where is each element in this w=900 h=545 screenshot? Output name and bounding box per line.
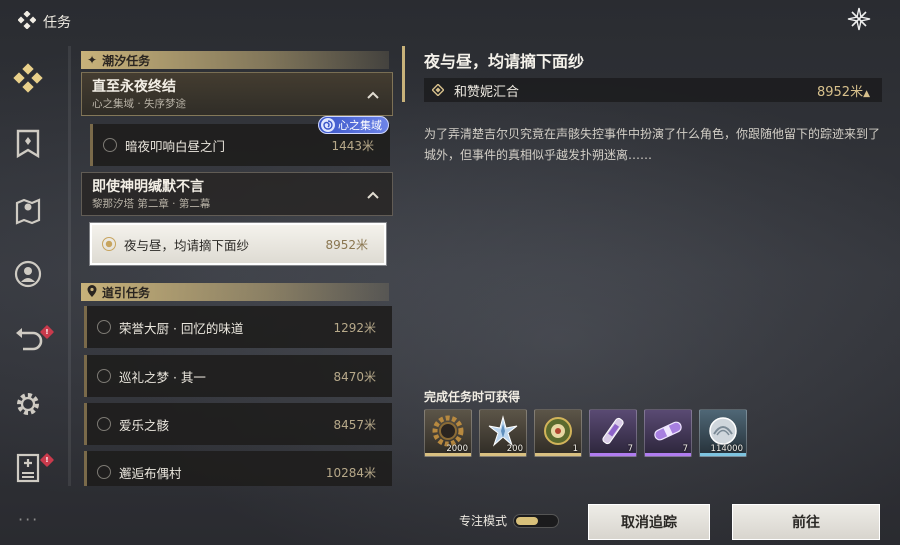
section-tide-quests: ✦ 潮汐任务 [81, 51, 389, 69]
return-icon [13, 325, 43, 359]
alert-badge: ! [39, 452, 55, 468]
reward-label: 完成任务时可获得 [424, 390, 521, 404]
reward-item[interactable]: 7 [589, 409, 637, 457]
quest-distance: 8457米 [333, 417, 376, 432]
reward-item[interactable]: 114000 [699, 409, 747, 457]
quest-icon [13, 63, 43, 97]
section-guide-quests: 道引任务 [81, 283, 389, 301]
quest-name: 夜与昼，均请摘下面纱 [124, 237, 250, 253]
nav-map[interactable] [12, 196, 44, 228]
quest-status-icon [97, 465, 111, 479]
quest-item[interactable]: 巡礼之梦 · 其一 8470米 [84, 355, 392, 397]
reward-item[interactable]: 7 [644, 409, 692, 457]
nav-return[interactable]: ! [12, 324, 55, 359]
quest-distance: 1443米 [331, 138, 374, 153]
map-icon [14, 195, 42, 229]
nav-settings[interactable] [12, 390, 44, 422]
quest-name: 巡礼之梦 · 其一 [119, 369, 206, 385]
nav-quest[interactable] [12, 63, 44, 97]
cancel-tracking-button[interactable]: 取消追踪 [588, 504, 710, 540]
alert-badge: ! [39, 324, 55, 340]
focus-mode-toggle[interactable]: 专注模式 [459, 512, 560, 529]
location-pin-icon [87, 284, 97, 300]
quest-status-icon [103, 138, 117, 152]
objective-distance: 8952米▲ [816, 84, 870, 100]
capsule-icon [651, 414, 685, 452]
reward-item[interactable]: 200 [479, 409, 527, 457]
quest-detail-title: 夜与昼，均请摘下面纱 [424, 52, 585, 71]
go-button[interactable]: 前往 [732, 504, 880, 540]
top-bar: 任务 [0, 0, 900, 44]
quest-distance: 8952米 [325, 237, 368, 252]
quest-item-selected[interactable]: 夜与昼，均请摘下面纱 8952米 [89, 222, 387, 266]
quest-group-2[interactable]: 即使神明缄默不言 黎那汐塔 第二章 · 第二幕 [81, 172, 393, 216]
reward-list: 2000 200 1 7 7 114000 [424, 409, 747, 457]
quest-distance: 1292米 [333, 320, 376, 335]
gear-icon [13, 389, 43, 423]
close-button[interactable] [846, 7, 872, 35]
group-title: 即使神明缄默不言 [92, 179, 204, 195]
quest-status-icon [97, 369, 111, 383]
quest-objective: 和赞妮汇合 8952米▲ [424, 78, 882, 102]
region-tag-badge: 心之集域 [318, 116, 389, 134]
chevron-up-icon[interactable] [366, 187, 380, 201]
page-title: 任务 [43, 15, 71, 31]
group-title: 直至永夜终结 [92, 79, 176, 95]
quest-item[interactable]: 爱乐之骸 8457米 [84, 403, 392, 445]
bookmark-icon [14, 129, 42, 163]
focus-mode-label: 专注模式 [459, 514, 508, 528]
objective-text: 和赞妮汇合 [454, 84, 520, 100]
quest-name: 暗夜叩响白昼之门 [125, 138, 226, 154]
group-subtitle: 心之集域 · 失序梦途 [92, 98, 187, 110]
objective-diamond-icon [431, 81, 445, 100]
quest-name: 邂逅布偶村 [119, 465, 182, 481]
toggle-switch[interactable] [513, 513, 560, 528]
reward-item[interactable]: 1 [534, 409, 582, 457]
nav-bookmark[interactable] [12, 129, 44, 163]
quest-distance: 8470米 [333, 369, 376, 384]
archive-icon [14, 453, 42, 487]
up-arrow-icon: ▲ [863, 88, 870, 99]
energy-tube-icon [596, 414, 630, 452]
swirl-icon [321, 118, 335, 132]
group-subtitle: 黎那汐塔 第二章 · 第二幕 [92, 198, 211, 210]
quest-distance: 10284米 [325, 465, 376, 480]
page-header: 任务 [17, 10, 71, 33]
reward-item[interactable]: 2000 [424, 409, 472, 457]
nav-companion[interactable] [12, 260, 44, 292]
chevron-up-icon[interactable] [366, 87, 380, 101]
selection-divider [402, 46, 405, 102]
quest-description: 为了弄清楚吉尔贝究竟在声骸失控事件中扮演了什么角色，你跟随他留下的踪迹来到了城外… [424, 127, 881, 162]
nav-more-indicator[interactable]: ··· [18, 510, 39, 529]
nav-archive[interactable]: ! [12, 452, 55, 487]
quest-tracked-icon [102, 237, 116, 251]
quest-item[interactable]: 邂逅布偶村 10284米 [84, 451, 392, 486]
quest-group-1[interactable]: 直至永夜终结 心之集域 · 失序梦途 [81, 72, 393, 116]
quest-diamond-icon [17, 10, 37, 33]
seal-orb-icon [541, 414, 575, 452]
quest-status-icon [97, 417, 111, 431]
quest-list[interactable]: ✦ 潮汐任务 直至永夜终结 心之集域 · 失序梦途 暗夜叩响白昼之门 1443米… [68, 46, 398, 486]
quest-name: 荣誉大厨 · 回忆的味道 [119, 320, 244, 336]
quest-name: 爱乐之骸 [119, 417, 170, 433]
quest-status-icon [97, 320, 111, 334]
close-icon [847, 7, 871, 35]
quest-item[interactable]: 荣誉大厨 · 回忆的味道 1292米 [84, 306, 392, 348]
companion-icon [13, 259, 43, 293]
list-scrollbar[interactable] [68, 46, 71, 486]
side-nav: ! ! ··· [0, 48, 58, 545]
sparkle-icon: ✦ [87, 53, 98, 67]
